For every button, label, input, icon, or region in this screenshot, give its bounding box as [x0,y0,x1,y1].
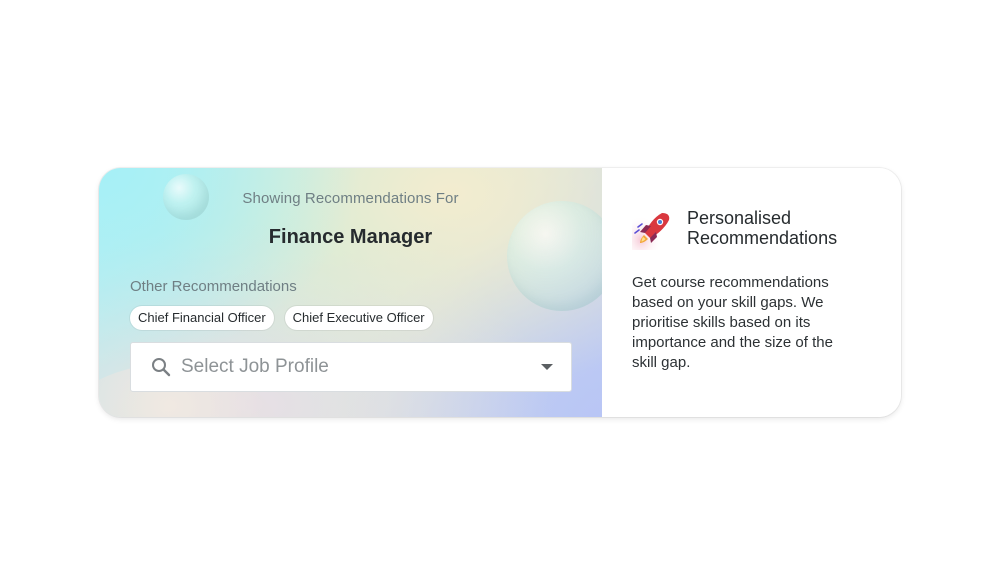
select-placeholder: Select Job Profile [181,356,329,377]
info-panel: Personalised Recommendations Get course … [602,168,901,417]
rocket-icon [632,208,674,250]
recommendation-panel: Showing Recommendations For Finance Mana… [99,168,602,417]
chip-chief-executive-officer[interactable]: Chief Executive Officer [284,306,433,330]
recommendation-chips: Chief Financial Officer Chief Executive … [130,306,433,330]
info-description: Get course recommendations based on your… [632,274,833,371]
decorative-bubble [507,201,602,311]
info-title-line1: Personalised [687,208,792,228]
current-job-title: Finance Manager [268,226,433,248]
chevron-down-icon[interactable] [541,364,553,370]
info-title-line2: Recommendations [687,228,838,248]
job-profile-select[interactable]: Select Job Profile [130,342,572,392]
showing-label: Showing Recommendations For [242,190,459,207]
recommendation-card: Showing Recommendations For Finance Mana… [99,168,901,417]
search-icon [150,356,172,378]
info-title: Personalised Recommendations [687,208,887,248]
chip-chief-financial-officer[interactable]: Chief Financial Officer [130,306,274,330]
other-recommendations-label: Other Recommendations [130,278,297,295]
